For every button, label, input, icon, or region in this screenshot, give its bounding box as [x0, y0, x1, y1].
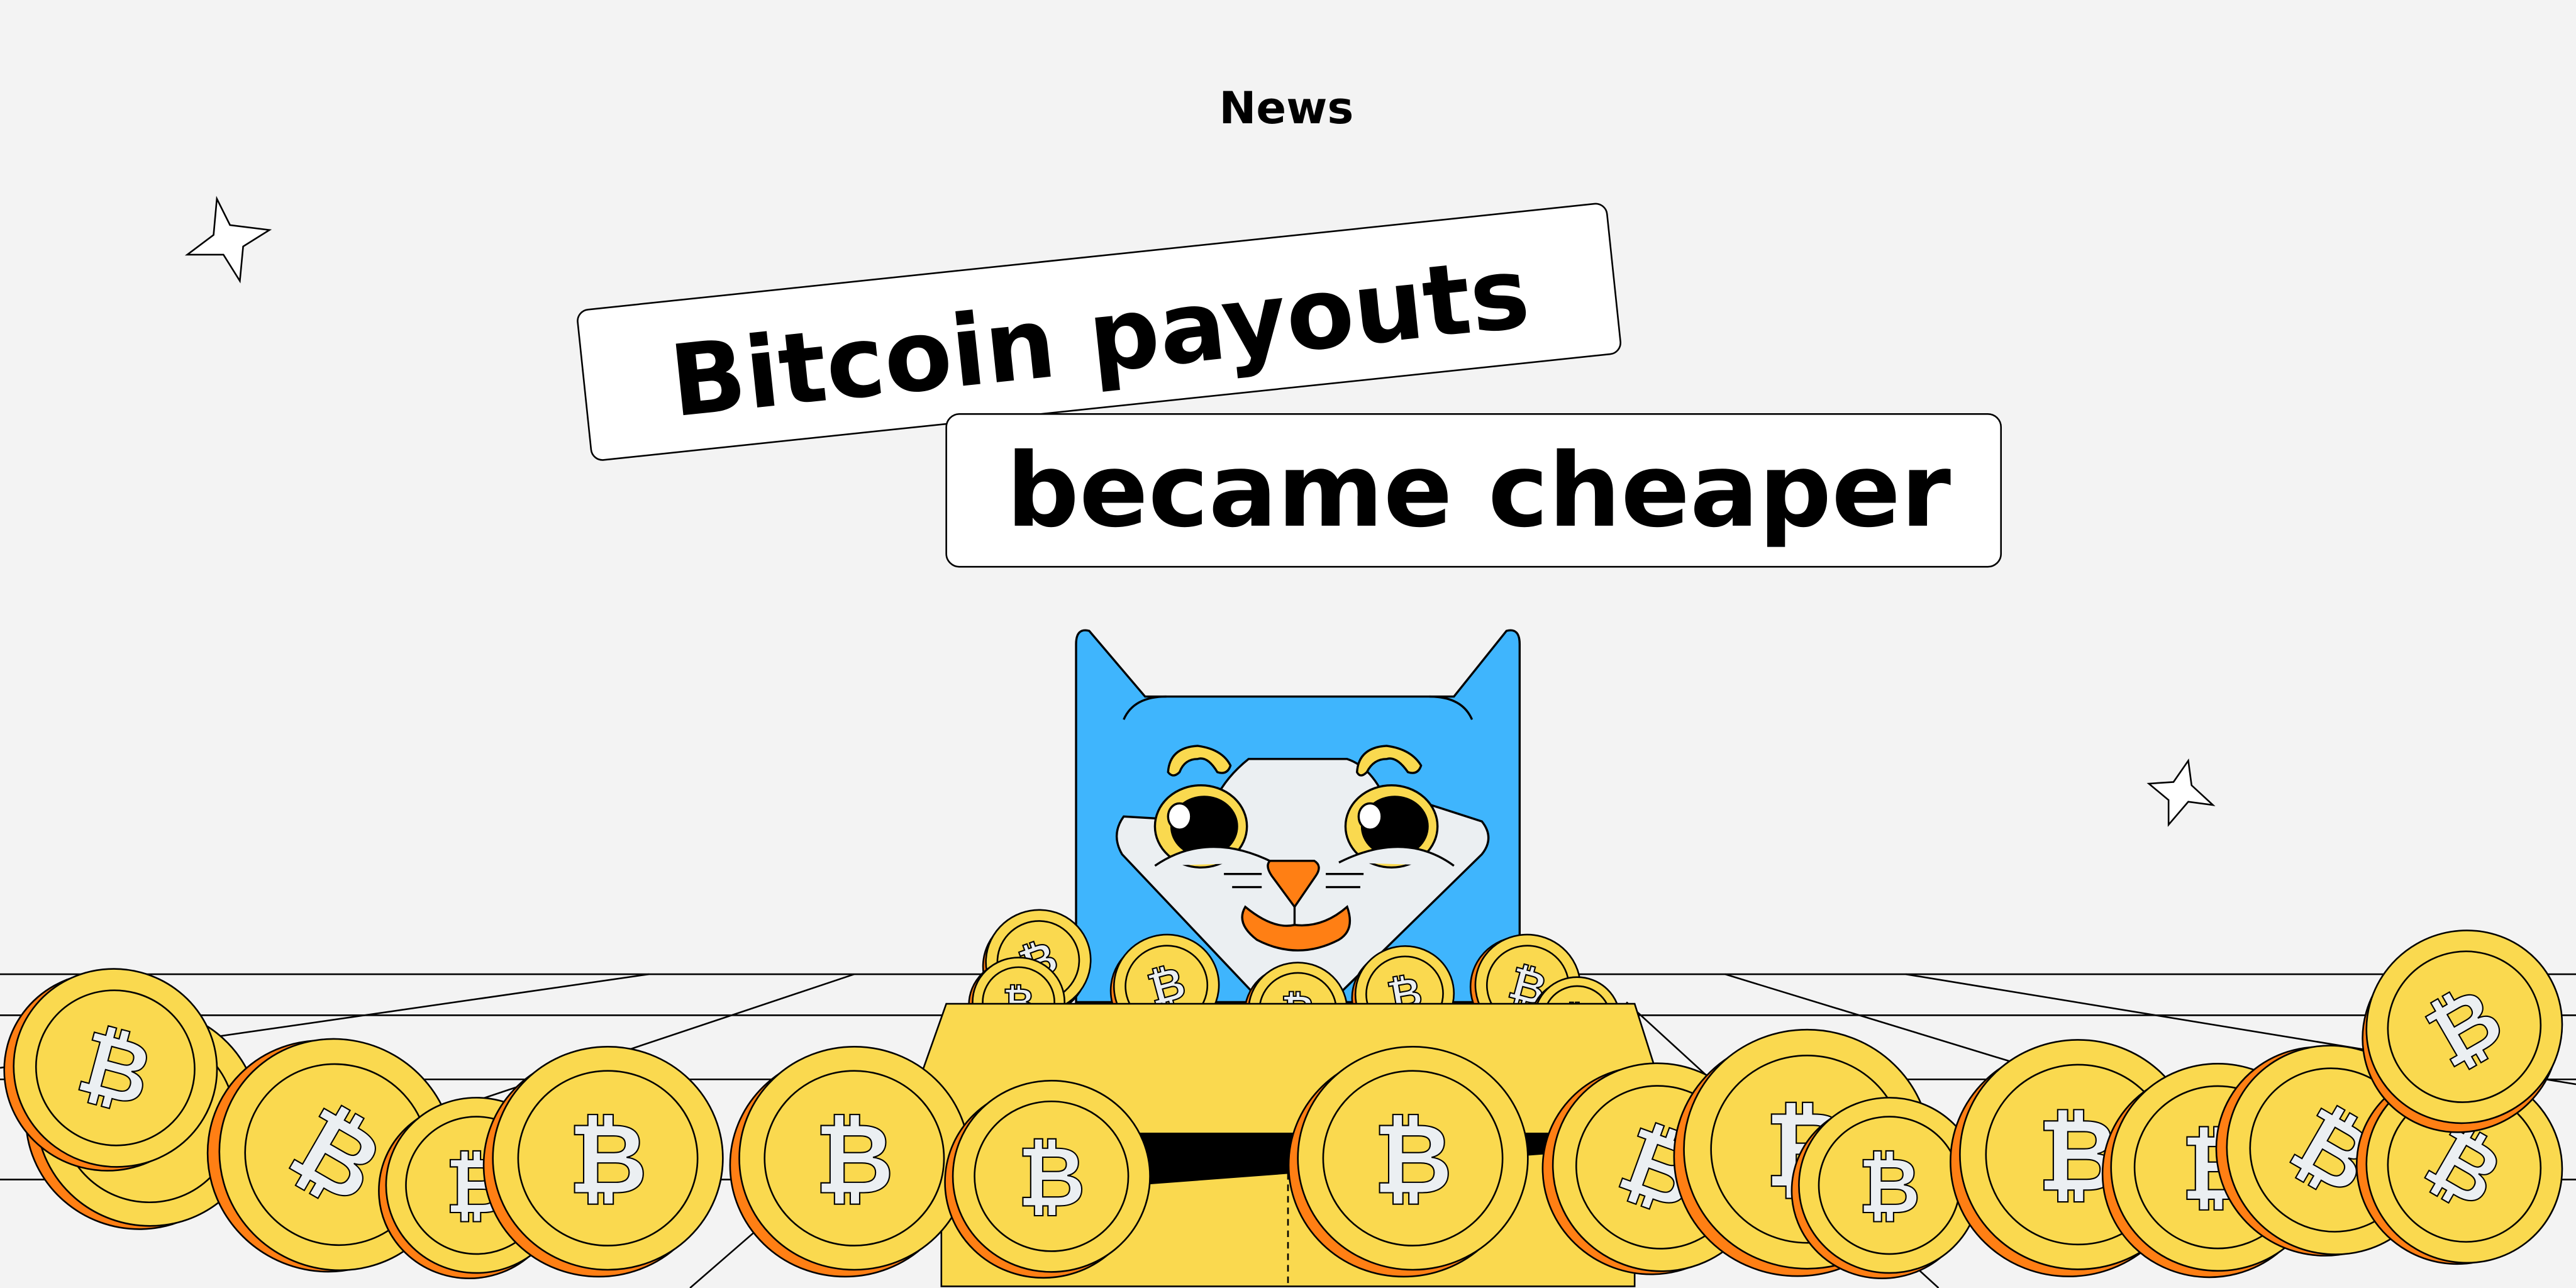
- svg-text:₿: ₿: [568, 1102, 648, 1216]
- svg-text:₿: ₿: [814, 1102, 894, 1216]
- svg-text:₿: ₿: [1018, 1128, 1086, 1226]
- svg-text:₿: ₿: [1858, 1141, 1921, 1231]
- section-label: News: [1219, 82, 1353, 134]
- svg-text:₿: ₿: [1373, 1102, 1453, 1216]
- news-banner: News Bitcoin payouts became cheaper ₿ ₿ …: [0, 0, 2576, 1288]
- headline-box-2: became cheaper: [945, 413, 2002, 568]
- headline-line-2: became cheaper: [1006, 432, 1951, 550]
